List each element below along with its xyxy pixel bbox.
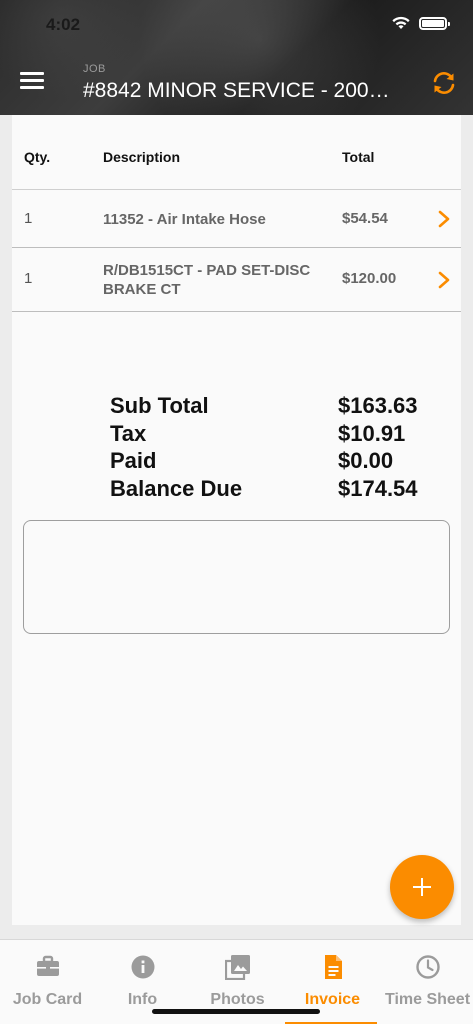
row-qty: 1 [24,270,33,287]
subtotal-row: Sub Total $163.63 [110,393,440,421]
info-icon [131,955,154,979]
row-description: 11352 - Air Intake Hose [103,211,266,228]
balance-label: Balance Due [110,475,243,501]
balance-row: Balance Due $174.54 [110,476,440,504]
chevron-right-icon [438,271,450,289]
photos-icon [224,955,250,980]
briefcase-icon [36,955,59,976]
wifi-icon [392,16,410,29]
home-indicator [152,1009,320,1014]
tab-time-sheet[interactable]: Time Sheet [380,940,473,1024]
subtotal-label: Sub Total [110,393,209,418]
tab-label: Photos [210,991,265,1008]
column-description: Description [103,149,181,165]
status-time: 4:02 [46,15,81,34]
totals-summary: Sub Total $163.63 Tax $10.91 Paid $0.00 … [110,393,440,503]
tax-value: $10.91 [338,420,406,446]
table-row[interactable]: 1 R/DB1515CT - PAD SET-DISC BRAKE CT $12… [12,248,461,312]
row-qty: 1 [24,210,33,227]
tax-label: Tax [110,420,147,446]
subtotal-value: $163.63 [338,393,418,418]
tab-label: Invoice [304,991,361,1008]
tab-label: Info [127,991,158,1008]
paid-row: Paid $0.00 [110,448,440,476]
sync-icon[interactable] [431,70,457,96]
status-icons [391,16,450,30]
page-title: #8842 MINOR SERVICE - 200… [83,79,390,102]
hamburger-menu-icon[interactable] [20,72,44,92]
row-total: $120.00 [342,270,397,287]
notes-field[interactable] [23,520,450,634]
chevron-right-icon [438,210,450,228]
job-label: JOB [83,63,106,75]
paid-label: Paid [110,448,157,473]
tax-row: Tax $10.91 [110,421,440,449]
tab-label: Time Sheet [384,991,471,1008]
invoice-card: Qty. Description Total 1 11352 - Air Int… [12,115,461,925]
table-row[interactable]: 1 11352 - Air Intake Hose $54.54 [12,190,461,248]
app-header: 4:02 JOB #8842 MINOR SERVICE - 200… [0,0,473,115]
clock-icon [415,955,440,979]
add-item-button[interactable] [390,855,454,919]
tab-label: Job Card [12,991,83,1008]
column-qty: Qty. [24,149,51,165]
row-description: R/DB1515CT - PAD SET-DISC BRAKE CT [103,262,311,298]
document-icon [324,955,342,979]
battery-icon [419,16,450,30]
balance-value: $174.54 [338,475,418,501]
row-total: $54.54 [342,210,388,227]
tab-job-card[interactable]: Job Card [0,940,95,1024]
column-total: Total [342,149,375,165]
paid-value: $0.00 [338,448,394,473]
table-header: Qty. Description Total [12,115,461,190]
